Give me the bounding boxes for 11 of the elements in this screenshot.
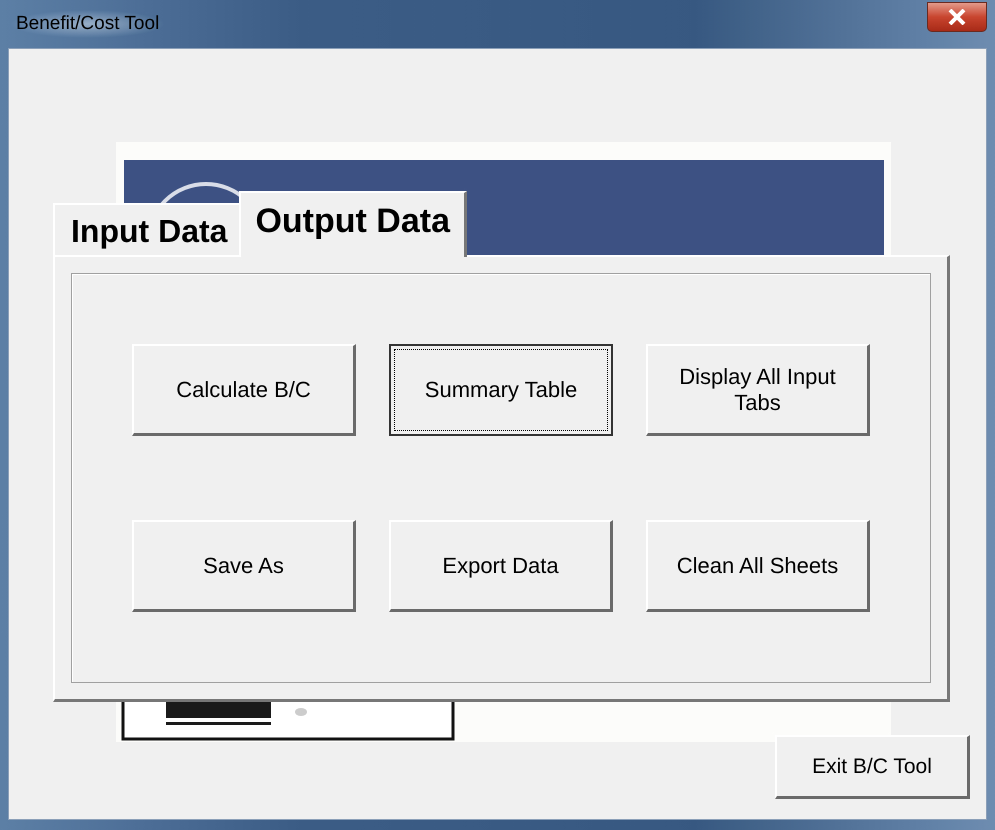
- action-button[interactable]: Calculate B/C: [132, 344, 356, 436]
- action-button[interactable]: Export Data: [389, 520, 613, 612]
- action-button[interactable]: Clean All Sheets: [646, 520, 870, 612]
- close-button[interactable]: [927, 2, 987, 32]
- action-button[interactable]: Save As: [132, 520, 356, 612]
- action-button[interactable]: Display All Input Tabs: [646, 344, 870, 436]
- action-button[interactable]: Summary Table: [389, 344, 613, 436]
- exit-button[interactable]: Exit B/C Tool: [775, 735, 970, 799]
- tab[interactable]: Output Data: [239, 191, 467, 257]
- close-icon: [948, 9, 966, 25]
- tab[interactable]: Input Data: [53, 203, 240, 255]
